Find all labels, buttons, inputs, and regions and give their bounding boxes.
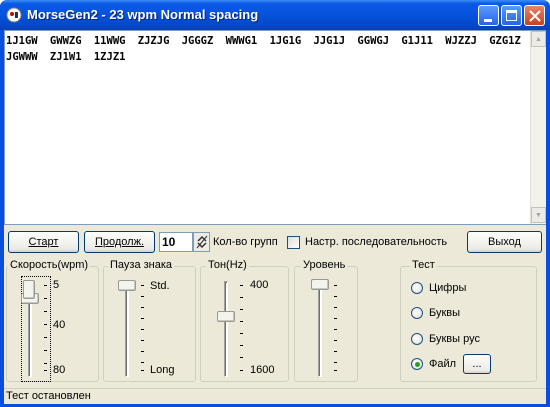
test-option-digits-radio[interactable] [411,282,423,294]
status-bar: Тест остановлен [4,388,546,404]
level-slider-track[interactable] [318,281,322,377]
arrow-down-icon: ▼ [535,211,542,219]
tick-mark [240,297,243,298]
tick-mark [44,285,47,286]
window-title: MorseGen2 - 23 wpm Normal spacing [27,7,259,22]
browse-file-button-label: ... [472,358,482,370]
start-button-label: Старт [28,236,59,248]
tone-tick-label-min: 400 [250,279,269,291]
group-count-spinner[interactable] [193,232,210,252]
app-icon[interactable] [6,7,22,23]
tick-mark [334,296,337,297]
tick-mark [44,298,47,299]
tick-mark [141,296,144,297]
tick-mark [44,311,47,312]
tick-mark [240,345,243,346]
tick-mark [141,351,144,352]
speed-tick-label-max: 80 [53,364,66,376]
status-text: Тест остановлен [6,390,91,402]
sequence-settings-checkbox[interactable] [287,236,300,249]
pause-slider-track[interactable] [125,281,129,377]
tone-slider-thumb[interactable] [217,311,235,322]
start-button[interactable]: Старт [8,231,79,253]
tick-mark [44,337,47,338]
tick-mark [141,362,144,363]
pause-tick-label-std: Std. [150,280,170,292]
test-option-russian-letters-radio[interactable] [411,333,423,345]
tone-group-title: Тон(Hz) [206,259,249,271]
minimize-button[interactable] [478,5,499,26]
level-slider-thumb[interactable] [311,279,329,290]
spin-arrows-icon [196,235,208,249]
tick-mark [334,370,337,371]
continue-button-label: Продолж. [94,236,145,248]
tick-mark [334,307,337,308]
tick-mark [334,318,337,319]
pause-tick-label-long: Long [150,364,175,376]
group-count-input[interactable]: 10 [159,232,193,252]
tick-mark [44,324,47,325]
generated-groups-text: 1J1GW GWWZG 11WWG ZJZJG JGGGZ WWWG1 1JG1… [6,35,534,63]
tick-mark [44,363,47,364]
group-count-value: 10 [162,235,176,249]
vertical-scrollbar[interactable]: ▲ ▼ [530,31,546,224]
tick-mark [334,362,337,363]
arrow-up-icon: ▲ [535,35,542,43]
test-option-russian-letters-label: Буквы рус [429,333,480,345]
close-button[interactable] [524,5,545,26]
tick-mark [240,285,243,286]
speed-slider-top-thumb[interactable] [23,280,35,299]
speed-tick-label-mid: 40 [53,319,66,331]
browse-file-button[interactable]: ... [463,354,491,374]
test-option-file-radio[interactable] [411,358,423,370]
tone-tick-label-max: 1600 [250,364,275,376]
test-option-digits-label: Цифры [429,282,467,294]
group-count-label: Кол-во групп [213,236,278,248]
test-option-letters-label: Буквы [429,307,461,319]
test-option-file-label: Файл [429,358,457,370]
tick-mark [334,329,337,330]
maximize-button[interactable] [501,5,522,26]
tick-mark [240,357,243,358]
tick-mark [141,329,144,330]
pause-slider-thumb[interactable] [118,280,136,291]
speed-tick-label-min: 5 [53,279,60,291]
minimize-icon [484,19,492,22]
tick-mark [141,318,144,319]
scroll-down-button[interactable]: ▼ [531,207,546,223]
tick-mark [334,285,337,286]
speed-group-title: Скорость(wpm) [8,259,91,271]
tone-slider-track[interactable] [224,281,228,377]
test-option-letters-radio[interactable] [411,307,423,319]
tick-mark [141,340,144,341]
exit-button-label: Выход [488,236,521,248]
tick-mark [240,370,243,371]
tick-mark [44,370,47,371]
tick-mark [334,351,337,352]
exit-button[interactable]: Выход [467,231,542,253]
tick-mark [240,333,243,334]
tick-mark [240,309,243,310]
close-icon [529,10,541,22]
tick-mark [141,307,144,308]
level-group-title: Уровень [301,259,348,271]
continue-button[interactable]: Продолж. [84,231,155,253]
tick-mark [334,340,337,341]
tick-mark [141,370,144,371]
tone-group [200,266,289,382]
morse-text-output[interactable]: 1J1GW GWWZG 11WWG ZJZJG JGGGZ WWWG1 1JG1… [4,30,546,225]
scroll-up-button[interactable]: ▲ [531,31,546,47]
tick-mark [240,321,243,322]
tick-mark [44,350,47,351]
test-group-title: Тест [410,259,437,271]
pause-group-title: Пауза знака [108,259,175,271]
maximize-icon [506,10,517,21]
sequence-settings-label: Настр. последовательность [305,236,448,248]
tick-mark [141,285,144,286]
